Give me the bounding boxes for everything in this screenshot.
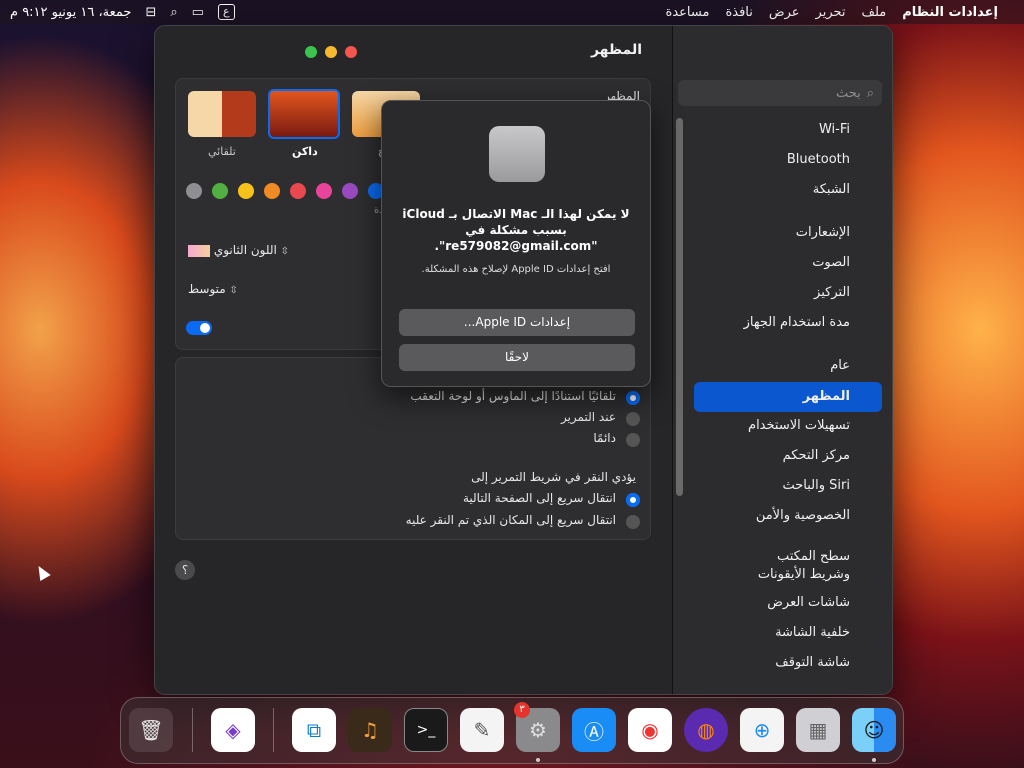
sidebar-item-focus[interactable]: التركيز — [814, 285, 850, 300]
visual-studio-icon[interactable]: ◈ — [211, 708, 255, 752]
accent-orange-swatch[interactable] — [264, 183, 280, 199]
highlight-color-label: اللون الثانوي — [213, 243, 277, 257]
textedit-icon[interactable]: ✎ — [460, 708, 504, 752]
icon-size-control[interactable]: ⇳ متوسط — [188, 282, 238, 296]
alert-message: لا يمكن لهذا الـ Mac الاتصال بـ iCloud ب… — [396, 206, 636, 254]
click-scrollbar-title: يؤدي النقر في شريط التمرير إلى — [471, 470, 636, 484]
alert-message-line-3: "re579082@gmail.com". — [434, 239, 598, 253]
screen-mirroring-icon[interactable]: ▭ — [192, 5, 204, 20]
highlight-color-control[interactable]: ⇳ اللون الثانوي — [188, 243, 289, 257]
sidebar-item-appearance[interactable]: المظهر — [694, 382, 882, 412]
help-button[interactable]: ؟ — [175, 560, 195, 580]
notification-badge: ٣ — [514, 702, 530, 718]
control-center-icon[interactable]: ⊟ — [145, 5, 156, 20]
accent-yellow-swatch[interactable] — [238, 183, 254, 199]
icon-size-value: متوسط — [188, 282, 226, 296]
apple-logo-icon — [489, 126, 545, 182]
show-scroll-auto-radio[interactable] — [626, 391, 640, 405]
click-next-page-radio[interactable] — [626, 493, 640, 507]
spotlight-search-icon[interactable]: ⌕ — [170, 5, 177, 20]
show-scroll-auto-label: تلقائيًا استنادًا إلى الماوس أو لوحة الت… — [410, 389, 616, 403]
launchpad-icon[interactable]: ▦ — [796, 708, 840, 752]
show-scroll-always-label: دائمًا — [593, 431, 616, 445]
mouse-cursor — [33, 562, 51, 582]
apple-id-settings-button[interactable]: إعدادات Apple ID... — [399, 309, 635, 336]
accent-pink-swatch[interactable] — [316, 183, 332, 199]
running-indicator — [872, 758, 876, 762]
sidebar-item-notifications[interactable]: الإشعارات — [796, 225, 850, 240]
search-icon: ⌕ — [866, 85, 874, 101]
click-spot-label: انتقال سريع إلى المكان الذي تم النقر علي… — [405, 513, 616, 527]
sidebar-item-siri-spotlight[interactable]: Siri والباحث — [783, 478, 851, 493]
wallpaper-tinting-toggle[interactable] — [186, 321, 212, 335]
alert-message-line-2: بسبب مشكلة في — [465, 223, 567, 237]
click-spot-radio[interactable] — [626, 515, 640, 529]
sidebar-item-network[interactable]: الشبكة — [813, 182, 850, 197]
alert-message-line-1: لا يمكن لهذا الـ Mac الاتصال بـ iCloud — [402, 207, 630, 221]
accent-graphite-swatch[interactable] — [186, 183, 202, 199]
appearance-auto-label: تلقائي — [208, 145, 236, 158]
firefox-icon[interactable]: ◍ — [684, 708, 728, 752]
accent-red-swatch[interactable] — [290, 183, 306, 199]
sidebar-item-desktop[interactable]: سطح المكتب — [777, 549, 850, 564]
highlight-color-swatch — [188, 244, 210, 257]
dock-separator — [192, 708, 193, 752]
show-scroll-when-scrolling-label: عند التمرير — [560, 410, 616, 424]
sidebar-item-general[interactable]: عام — [830, 358, 850, 373]
zoom-button[interactable] — [305, 46, 317, 58]
accent-green-swatch[interactable] — [212, 183, 228, 199]
menu-view[interactable]: عرض — [769, 5, 800, 20]
show-scroll-when-scrolling-radio[interactable] — [626, 412, 640, 426]
sidebar: ⌕ بحث Wi-Fi Bluetooth الشبكة الإشعارات ا… — [672, 26, 892, 694]
sidebar-item-sound[interactable]: الصوت — [812, 255, 850, 270]
icloud-alert-dialog: لا يمكن لهذا الـ Mac الاتصال بـ iCloud ب… — [381, 100, 651, 387]
trash-icon[interactable]: 🗑 — [129, 708, 173, 752]
sidebar-item-displays[interactable]: شاشات العرض — [767, 595, 850, 610]
show-scroll-always-radio[interactable] — [626, 433, 640, 447]
menu-app-name[interactable]: إعدادات النظام — [902, 5, 998, 20]
search-field[interactable]: ⌕ بحث — [678, 80, 882, 106]
menu-edit[interactable]: تحرير — [816, 5, 846, 20]
menu-bar: إعدادات النظام ملف تحرير عرض نافذة مساعد… — [0, 0, 1024, 24]
accent-purple-swatch[interactable] — [342, 183, 358, 199]
finder-icon[interactable]: ☺ — [852, 708, 896, 752]
alert-subtext: افتح إعدادات Apple ID لإصلاح هذه المشكلة… — [421, 264, 611, 275]
click-next-page-label: انتقال سريع إلى الصفحة التالية — [462, 491, 616, 505]
sidebar-item-wallpaper[interactable]: خلفية الشاشة — [775, 625, 850, 640]
vscode-icon[interactable]: ⧉ — [292, 708, 336, 752]
window-controls — [305, 46, 357, 58]
appearance-auto-thumb[interactable] — [188, 91, 256, 137]
sidebar-scrollbar[interactable] — [676, 118, 683, 496]
sidebar-item-screen-time[interactable]: مدة استخدام الجهاز — [744, 315, 850, 330]
sidebar-item-control-center[interactable]: مركز التحكم — [783, 448, 850, 463]
sidebar-item-wifi[interactable]: Wi-Fi — [819, 122, 850, 137]
menu-datetime[interactable]: جمعة، ١٦ يونيو ٩:١٢ م — [10, 5, 131, 20]
minimize-button[interactable] — [325, 46, 337, 58]
appearance-dark-thumb[interactable] — [268, 89, 340, 139]
page-title: المظهر — [590, 42, 642, 58]
search-placeholder: بحث — [835, 85, 861, 101]
stepper-icon: ⇳ — [280, 246, 290, 257]
sidebar-item-accessibility[interactable]: تسهيلات الاستخدام — [748, 418, 850, 433]
running-indicator — [536, 758, 540, 762]
sidebar-item-bluetooth[interactable]: Bluetooth — [787, 152, 850, 167]
stepper-icon: ⇳ — [229, 285, 238, 296]
garageband-icon[interactable]: ♫ — [348, 708, 392, 752]
chrome-icon[interactable]: ◉ — [628, 708, 672, 752]
close-button[interactable] — [345, 46, 357, 58]
terminal-icon[interactable]: >_ — [404, 708, 448, 752]
dock-separator — [273, 708, 274, 752]
menu-help[interactable]: مساعدة — [666, 5, 710, 20]
later-button[interactable]: لاحقًا — [399, 344, 635, 371]
dock: 🗑 ◈ ⧉ ♫ >_ ✎ ⚙ ٣ Ⓐ ◉ ◍ ⊕ ▦ ☺ — [120, 697, 904, 764]
sidebar-item-privacy-security[interactable]: الخصوصية والأمن — [756, 508, 850, 523]
safari-icon[interactable]: ⊕ — [740, 708, 784, 752]
sidebar-item-screen-saver[interactable]: شاشة التوقف — [775, 655, 850, 670]
sidebar-item-dock[interactable]: وشريط الأيقونات — [758, 567, 850, 582]
input-source-indicator[interactable]: ع — [217, 4, 235, 20]
app-store-icon[interactable]: Ⓐ — [572, 708, 616, 752]
appearance-dark-label: داكن — [292, 145, 318, 158]
menu-window[interactable]: نافذة — [725, 5, 752, 20]
menu-file[interactable]: ملف — [862, 5, 887, 20]
